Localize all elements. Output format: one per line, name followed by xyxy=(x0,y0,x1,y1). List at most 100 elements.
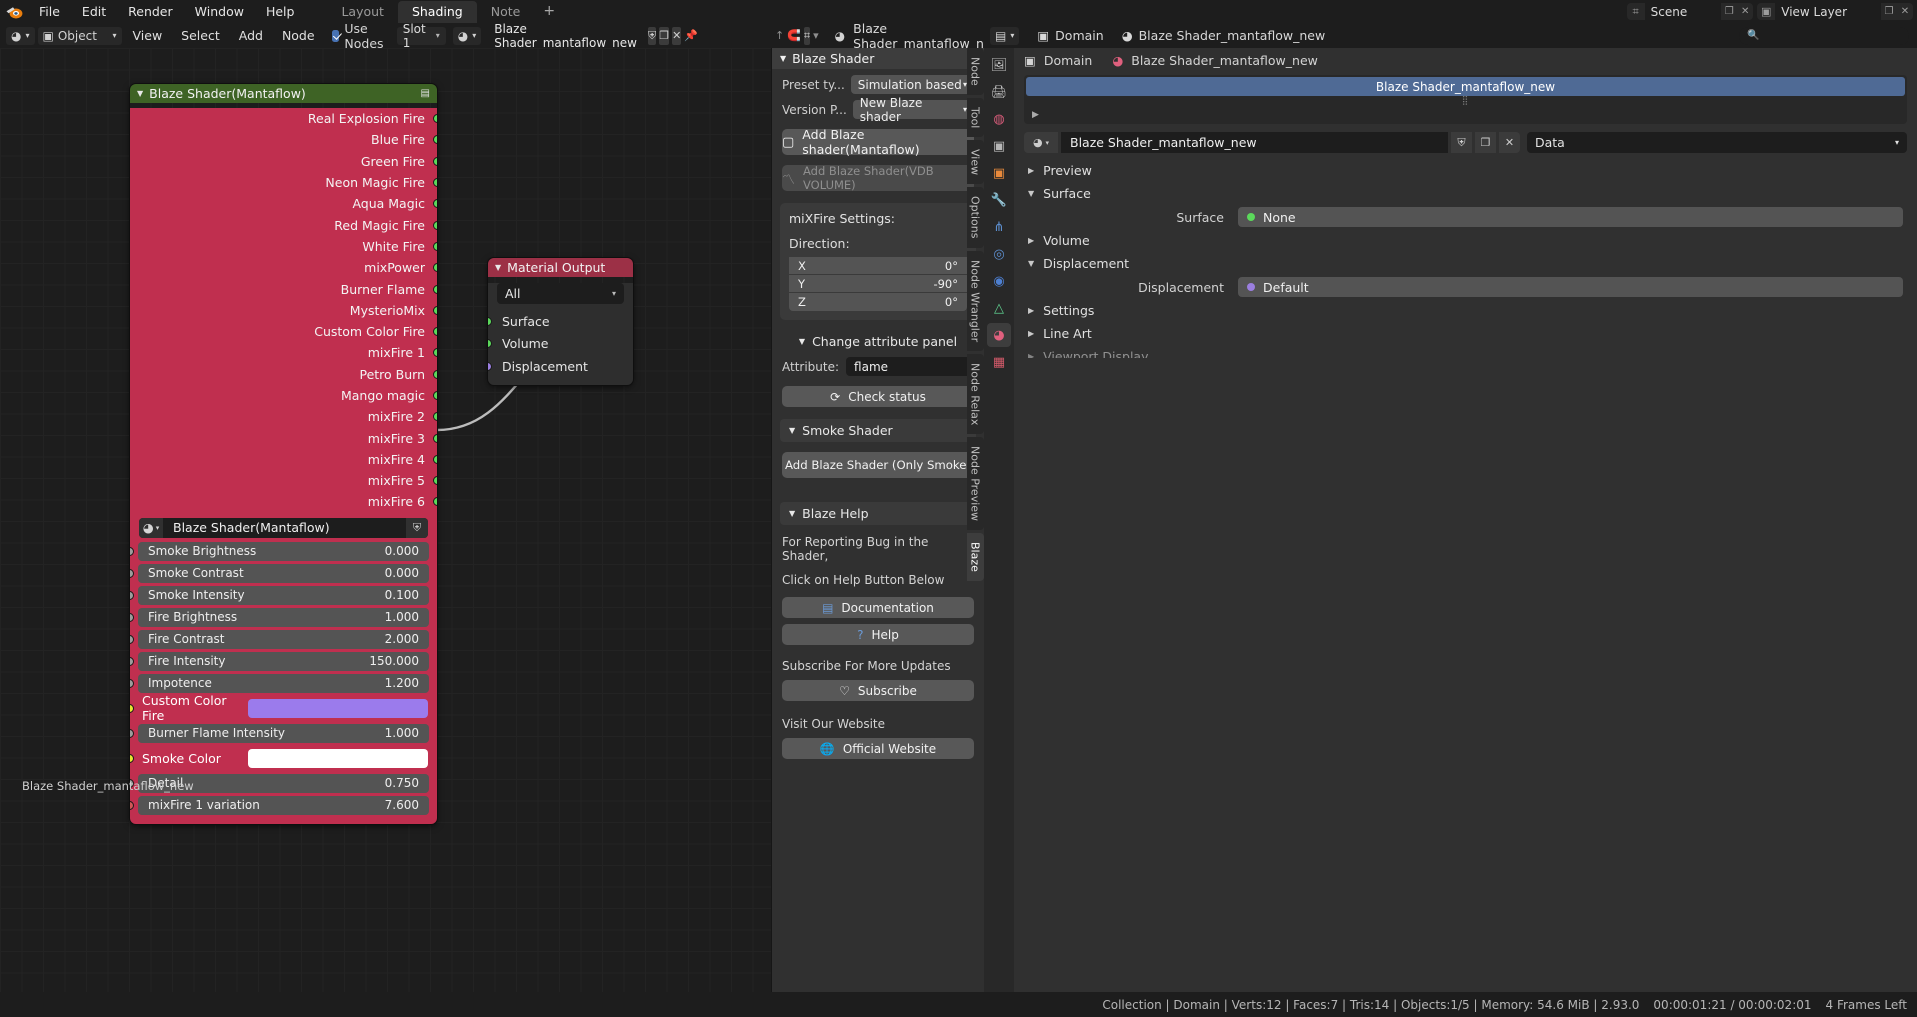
shield-icon[interactable]: ⛨ xyxy=(647,26,657,45)
properties-tab-physics[interactable]: ◉ xyxy=(987,269,1011,293)
snap-icon[interactable]: ⌗ xyxy=(803,26,811,45)
node-prop-row[interactable]: Burner Flame Intensity 1.000 xyxy=(130,723,429,743)
node-output-row[interactable]: mixFire 2 xyxy=(130,406,437,427)
section-settings[interactable]: ▶ Settings xyxy=(1014,299,1917,322)
sidebar-tab-view[interactable]: View xyxy=(966,140,984,185)
input-socket[interactable] xyxy=(488,361,492,371)
prop-value[interactable]: 1.200 xyxy=(385,676,419,690)
change-attribute-panel-header[interactable]: ▼ Change attribute panel xyxy=(772,320,984,349)
node-group-name[interactable]: Blaze Shader(Mantaflow) xyxy=(163,520,406,535)
node-header[interactable]: ▼ Material Output xyxy=(488,258,633,277)
input-socket[interactable] xyxy=(130,612,134,622)
axis-value-x[interactable]: 0° xyxy=(945,259,958,273)
triangle-right-icon[interactable]: ▶ xyxy=(1028,329,1034,338)
displacement-value-field[interactable]: Default xyxy=(1238,277,1903,297)
input-socket[interactable] xyxy=(488,316,492,326)
triangle-right-icon[interactable]: ▶ xyxy=(1028,306,1034,315)
help-button[interactable]: ? Help xyxy=(782,624,974,645)
node-output-row[interactable]: Red Magic Fire xyxy=(130,214,437,235)
node-output-row[interactable]: Real Explosion Fire xyxy=(130,108,437,129)
direction-y-field[interactable]: Y -90° xyxy=(789,275,967,293)
sidebar-tab-node-wrangler[interactable]: Node Wrangler xyxy=(966,250,984,351)
output-socket[interactable] xyxy=(433,348,437,358)
crumb-domain[interactable]: Domain xyxy=(1044,53,1093,68)
triangle-down-icon[interactable]: ▼ xyxy=(789,426,795,435)
node-material-output[interactable]: ▼ Material Output All ▾ Surface Volume D… xyxy=(488,258,633,385)
sidebar-tab-options[interactable]: Options xyxy=(966,187,984,248)
node-output-row[interactable]: mixFire 5 xyxy=(130,470,437,491)
scene-name[interactable]: Scene xyxy=(1644,3,1722,20)
output-socket[interactable] xyxy=(433,305,437,315)
overlay-material-browse[interactable]: ◕ xyxy=(830,27,850,45)
use-nodes-checkbox[interactable] xyxy=(331,29,340,42)
triangle-down-icon[interactable]: ▼ xyxy=(1028,259,1034,268)
material-name[interactable]: Blaze Shader_mantaflow_new xyxy=(486,22,645,50)
triangle-down-icon[interactable]: ▼ xyxy=(799,337,805,346)
material-icon[interactable]: ◕ ▾ xyxy=(139,517,163,538)
output-socket[interactable] xyxy=(433,135,437,145)
section-surface[interactable]: ▼ Surface xyxy=(1014,182,1917,205)
properties-tab-output[interactable]: 🖨 xyxy=(987,80,1011,104)
properties-tab-data[interactable]: △ xyxy=(987,296,1011,320)
node-output-row[interactable]: mixFire 3 xyxy=(130,427,437,448)
node-output-row[interactable]: Aqua Magic xyxy=(130,193,437,214)
node-blaze-shader[interactable]: ▼ Blaze Shader(Mantaflow) ▤ Real Explosi… xyxy=(130,84,437,824)
up-arrow-icon[interactable]: ↑ xyxy=(775,27,784,45)
crumb-material[interactable]: Blaze Shader_mantaflow_new xyxy=(1131,53,1318,68)
menu-file[interactable]: File xyxy=(28,2,71,21)
material-slot-row[interactable]: Blaze Shader_mantaflow_new xyxy=(1026,77,1905,96)
documentation-button[interactable]: ▤ Documentation xyxy=(782,597,974,618)
pin-icon[interactable]: 📌 xyxy=(684,27,698,45)
node-input-row[interactable]: Volume xyxy=(488,333,633,356)
menu-node[interactable]: Node xyxy=(274,27,323,44)
use-nodes-toggle[interactable]: Use Nodes xyxy=(326,21,394,51)
input-socket[interactable] xyxy=(130,590,134,600)
material-browse-button[interactable]: ◕ ▾ xyxy=(452,26,482,45)
shield-icon[interactable]: ⛨ xyxy=(1451,132,1472,153)
sidebar-tab-node-preview[interactable]: Node Preview xyxy=(966,437,984,531)
workspace-tab-note[interactable]: Note xyxy=(477,1,535,23)
scene-unlink-icon[interactable]: ✕ xyxy=(1737,6,1753,17)
blender-logo-icon[interactable] xyxy=(0,5,28,19)
output-socket[interactable] xyxy=(433,497,437,507)
check-status-button[interactable]: ⟳ Check status xyxy=(782,386,974,407)
node-prop-row[interactable]: Smoke Intensity 0.100 xyxy=(130,585,429,605)
section-displacement[interactable]: ▼ Displacement xyxy=(1014,252,1917,275)
node-output-row[interactable]: mixFire 6 xyxy=(130,491,437,512)
output-socket[interactable] xyxy=(433,391,437,400)
node-output-row[interactable]: Burner Flame xyxy=(130,278,437,299)
direction-x-field[interactable]: X 0° xyxy=(789,257,967,275)
section-line-art[interactable]: ▶ Line Art xyxy=(1014,322,1917,345)
viewlayer-name[interactable]: View Layer xyxy=(1775,3,1881,20)
input-socket[interactable] xyxy=(130,568,134,578)
output-socket[interactable] xyxy=(433,412,437,422)
breadcrumb-material[interactable]: Blaze Shader_mantaflow_new xyxy=(1139,28,1326,43)
output-socket[interactable] xyxy=(433,263,437,273)
preset-type-dropdown[interactable]: Simulation based ▾ xyxy=(850,75,974,94)
surface-value-field[interactable]: None xyxy=(1238,207,1903,227)
node-prop-row[interactable]: Fire Brightness 1.000 xyxy=(130,607,429,627)
smoke-shader-header[interactable]: ▼ Smoke Shader xyxy=(780,419,976,442)
triangle-down-icon[interactable]: ▼ xyxy=(1028,189,1034,198)
scene-selector[interactable]: ⌗ Scene ❐ ✕ xyxy=(1626,3,1754,20)
input-socket[interactable] xyxy=(130,678,134,688)
version-preset-dropdown[interactable]: New Blaze shader ▾ xyxy=(852,96,974,124)
output-socket[interactable] xyxy=(433,476,437,486)
viewlayer-unlink-icon[interactable]: ✕ xyxy=(1897,6,1913,17)
node-output-row[interactable]: Green Fire xyxy=(130,151,437,172)
input-socket[interactable] xyxy=(130,800,134,810)
input-socket[interactable] xyxy=(130,728,134,738)
material-id-field[interactable]: Blaze Shader_mantaflow_new xyxy=(486,22,645,50)
output-socket[interactable] xyxy=(433,199,437,209)
node-group-id[interactable]: ◕ ▾ Blaze Shader(Mantaflow) ⛨ xyxy=(139,517,428,538)
node-output-row[interactable]: White Fire xyxy=(130,236,437,257)
properties-editor-type[interactable]: ▤ ▾ xyxy=(990,26,1020,45)
properties-tab-render[interactable]: 🖼 xyxy=(987,53,1011,77)
target-selector[interactable]: All ▾ xyxy=(497,283,624,304)
input-socket[interactable] xyxy=(130,634,134,644)
node-output-row[interactable]: Mango magic xyxy=(130,385,437,406)
section-viewport-display[interactable]: ▶ Viewport Display xyxy=(1014,345,1917,358)
sidebar-tab-node[interactable]: Node xyxy=(966,48,984,95)
editor-type-selector[interactable]: ◕ ▾ xyxy=(6,26,35,45)
add-blaze-shader-mantaflow-button[interactable]: ▢ Add Blaze shader(Mantaflow) xyxy=(782,127,974,157)
